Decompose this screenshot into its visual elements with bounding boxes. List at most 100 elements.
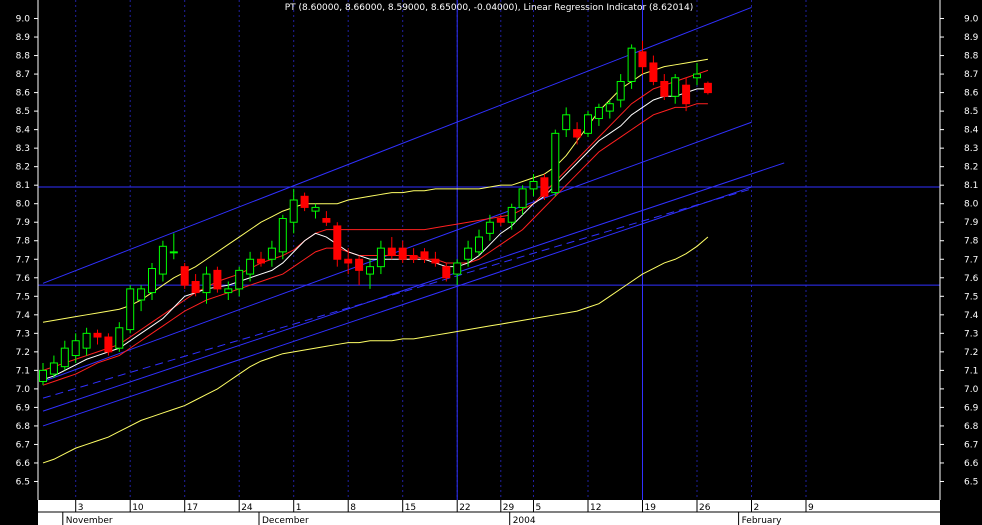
candle-body-up: [49, 362, 58, 375]
candle-body-up: [464, 247, 473, 260]
x-tick-label: 3: [78, 503, 84, 513]
candle-body-up: [60, 347, 69, 368]
candle-body-down: [333, 225, 342, 260]
candle-body-up: [202, 273, 211, 294]
y-tick-label-left: 8.6: [16, 89, 31, 99]
x-tick-label: 26: [699, 503, 711, 513]
candle-body-up: [584, 114, 592, 134]
candle-body-up: [693, 73, 701, 79]
y-tick-label-left: 7.5: [16, 292, 30, 302]
y-tick-label-left: 6.9: [16, 403, 31, 413]
x-tick-label: 8: [350, 503, 356, 513]
candle-body-down: [573, 129, 582, 138]
y-tick-label-left: 7.1: [16, 366, 30, 376]
candle-body-up: [158, 245, 167, 275]
candle-body-down: [387, 247, 396, 257]
y-tick-label-right: 7.4: [964, 311, 979, 321]
y-tick-label-left: 6.5: [16, 477, 30, 487]
candle-body-up: [289, 199, 298, 223]
y-tick-label-right: 7.9: [964, 218, 979, 228]
y-tick-label-left: 6.7: [16, 440, 30, 450]
candle-body-up: [137, 288, 146, 301]
month-label: February: [742, 516, 783, 525]
y-tick-label-left: 9.0: [16, 15, 31, 25]
candle-body-up: [311, 206, 320, 212]
y-tick-label-right: 7.5: [964, 292, 978, 302]
y-tick-label-left: 8.2: [16, 163, 30, 173]
candle-body-up: [529, 180, 538, 190]
candle-body-down: [660, 80, 669, 97]
candle-body-up: [605, 103, 614, 112]
candle-body-up: [594, 106, 603, 120]
candle-body-up: [169, 251, 178, 254]
candle-body-down: [300, 195, 309, 208]
month-label: 2004: [513, 516, 536, 525]
x-tick-label: 29: [503, 503, 515, 513]
candle-body-down: [257, 258, 265, 264]
x-tick-label: 2: [754, 503, 760, 513]
candle-body-up: [562, 114, 571, 131]
plot-background: [0, 0, 982, 525]
y-tick-label-left: 7.7: [16, 255, 30, 265]
y-tick-label-left: 6.6: [16, 459, 31, 469]
y-tick-label-right: 8.5: [964, 107, 978, 117]
candle-body-down: [420, 251, 429, 260]
y-tick-label-left: 8.3: [16, 144, 30, 154]
candle-body-down: [344, 258, 353, 264]
candle-body-up: [39, 369, 47, 382]
candle-body-down: [431, 258, 440, 264]
candle-body-up: [246, 258, 255, 275]
y-tick-label-right: 8.4: [964, 126, 979, 136]
y-tick-label-right: 7.0: [964, 385, 979, 395]
x-tick-label: 10: [132, 503, 144, 513]
y-tick-label-right: 8.9: [964, 33, 979, 43]
y-tick-label-right: 8.7: [964, 70, 978, 80]
candle-body-down: [322, 218, 331, 223]
y-tick-label-left: 8.9: [16, 33, 31, 43]
y-tick-label-left: 8.5: [16, 107, 30, 117]
x-tick-label: 12: [590, 503, 601, 513]
candle-body-up: [475, 236, 483, 253]
y-tick-label-right: 7.3: [964, 329, 978, 339]
candle-body-down: [442, 266, 451, 279]
y-tick-label-left: 6.8: [16, 422, 31, 432]
x-tick-label: 15: [405, 503, 416, 513]
candle-body-up: [224, 288, 233, 294]
y-tick-label-left: 8.7: [16, 70, 30, 80]
x-tick-label: 17: [187, 503, 198, 513]
candle-body-down: [398, 247, 407, 260]
candle-body-up: [71, 340, 80, 357]
y-tick-label-right: 8.6: [964, 89, 979, 99]
x-tick-label: 22: [459, 503, 470, 513]
candle-body-up: [148, 268, 156, 294]
y-tick-label-left: 7.0: [16, 385, 31, 395]
candle-body-down: [409, 255, 418, 260]
price-chart: 6.5 6.5 6.6 6.6 6.7 6.7 6.8 6.8 6.9 6.9 7.0 7.0 7.1 7…: [0, 0, 982, 525]
x-tick-label: 5: [536, 503, 542, 513]
candle-body-up: [518, 188, 527, 208]
candle-body-up: [366, 266, 374, 275]
y-tick-label-left: 8.8: [16, 52, 31, 62]
y-tick-label-left: 7.8: [16, 237, 31, 247]
y-tick-label-right: 6.8: [964, 422, 979, 432]
candle-body-up: [453, 262, 462, 275]
candle-body-down: [213, 269, 222, 290]
month-label: December: [262, 516, 309, 525]
candle-body-down: [540, 177, 549, 197]
y-tick-label-left: 8.4: [16, 126, 31, 136]
candle-body-up: [507, 206, 516, 223]
candle-body-down: [180, 266, 189, 286]
candle-body-up: [82, 332, 91, 349]
y-tick-label-right: 7.8: [964, 237, 979, 247]
y-tick-label-right: 6.6: [964, 459, 979, 469]
candle-body-up: [376, 247, 385, 268]
candle-body-up: [126, 288, 135, 331]
x-tick-label: 1: [296, 503, 302, 513]
y-tick-label-right: 9.0: [964, 15, 979, 25]
y-tick-label-left: 7.3: [16, 329, 30, 339]
candle-body-up: [278, 218, 287, 253]
y-tick-label-left: 8.0: [16, 200, 31, 210]
y-tick-label-right: 6.7: [964, 440, 978, 450]
y-tick-label-right: 7.2: [964, 348, 978, 358]
y-tick-label-left: 7.2: [16, 348, 30, 358]
